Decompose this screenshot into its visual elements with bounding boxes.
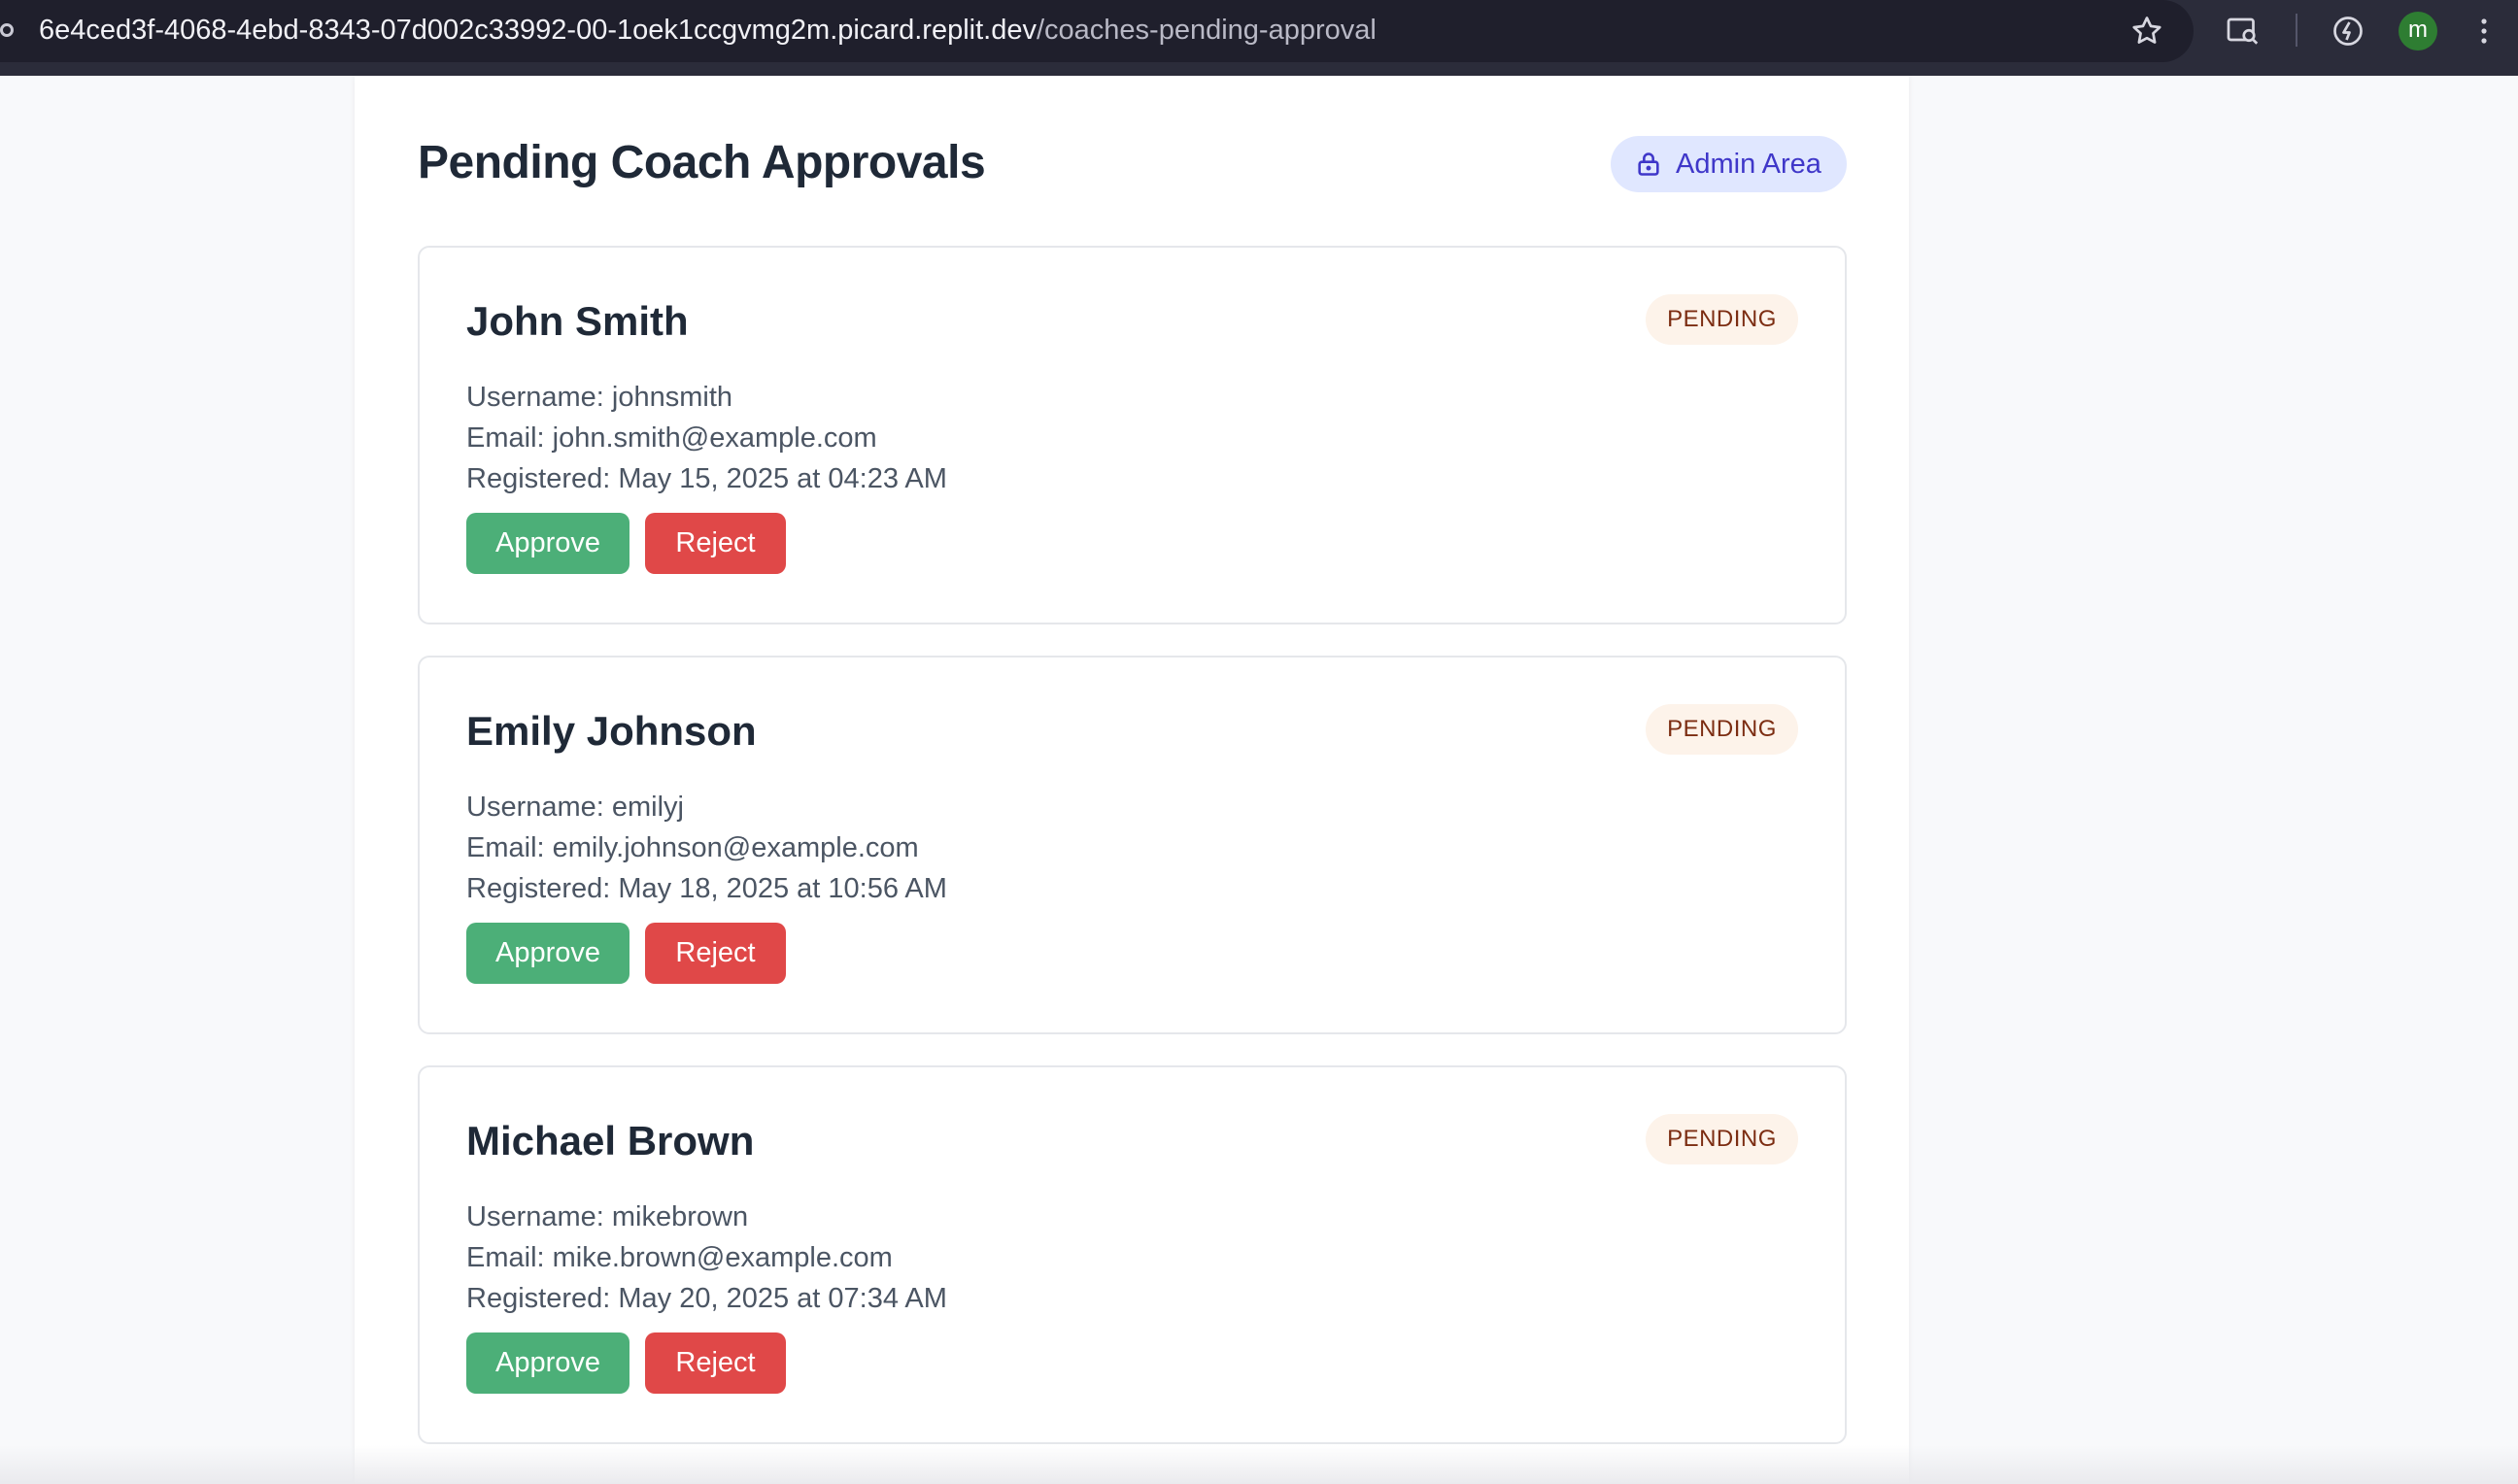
toolbar-divider: [2296, 14, 2297, 47]
coach-card: Michael Brown Username: mikebrown Email:…: [418, 1065, 1847, 1444]
page-title: Pending Coach Approvals: [418, 137, 986, 188]
tab-search-icon[interactable]: [2226, 14, 2261, 49]
main-panel: Pending Coach Approvals Admin Area John …: [355, 76, 1909, 1484]
performance-icon[interactable]: [2331, 14, 2365, 49]
coach-username: Username: johnsmith: [466, 382, 732, 413]
reject-button[interactable]: Reject: [645, 1332, 786, 1394]
status-badge: PENDING: [1646, 294, 1798, 345]
url-text[interactable]: 6e4ced3f-4068-4ebd-8343-07d002c33992-00-…: [39, 14, 1377, 47]
reject-button[interactable]: Reject: [645, 513, 786, 574]
coach-username: Username: mikebrown: [466, 1201, 749, 1232]
admin-area-label: Admin Area: [1676, 149, 1821, 180]
site-info-icon[interactable]: [0, 23, 14, 37]
url-host: 6e4ced3f-4068-4ebd-8343-07d002c33992-00-…: [39, 15, 1037, 46]
browser-toolbar: 6e4ced3f-4068-4ebd-8343-07d002c33992-00-…: [0, 0, 2518, 76]
coach-registered: Registered: May 20, 2025 at 07:34 AM: [466, 1283, 947, 1314]
coach-username: Username: emilyj: [466, 792, 684, 823]
coach-email: Email: mike.brown@example.com: [466, 1242, 893, 1273]
status-badge: PENDING: [1646, 1114, 1798, 1164]
coach-name: Emily Johnson: [466, 708, 757, 754]
status-badge: PENDING: [1646, 704, 1798, 755]
coach-registered: Registered: May 15, 2025 at 04:23 AM: [466, 463, 947, 494]
admin-area-badge: Admin Area: [1611, 136, 1847, 192]
url-path: /coaches-pending-approval: [1036, 15, 1377, 46]
coach-email: Email: john.smith@example.com: [466, 422, 877, 454]
coach-name: Michael Brown: [466, 1118, 755, 1164]
coach-email: Email: emily.johnson@example.com: [466, 832, 919, 863]
approve-button[interactable]: Approve: [466, 1332, 630, 1394]
coach-card: John Smith Username: johnsmith Email: jo…: [418, 246, 1847, 624]
reject-button[interactable]: Reject: [645, 923, 786, 984]
bottom-fade: [0, 1445, 2518, 1484]
coach-registered: Registered: May 18, 2025 at 10:56 AM: [466, 873, 947, 904]
coach-name: John Smith: [466, 298, 689, 344]
profile-avatar[interactable]: m: [2399, 12, 2437, 51]
coach-card: Emily Johnson Username: emilyj Email: em…: [418, 656, 1847, 1034]
approve-button[interactable]: Approve: [466, 513, 630, 574]
address-bar[interactable]: 6e4ced3f-4068-4ebd-8343-07d002c33992-00-…: [0, 0, 2194, 62]
star-icon[interactable]: [2129, 14, 2164, 49]
approve-button[interactable]: Approve: [466, 923, 630, 984]
menu-icon[interactable]: [2472, 14, 2496, 49]
lock-icon: [1638, 152, 1659, 176]
